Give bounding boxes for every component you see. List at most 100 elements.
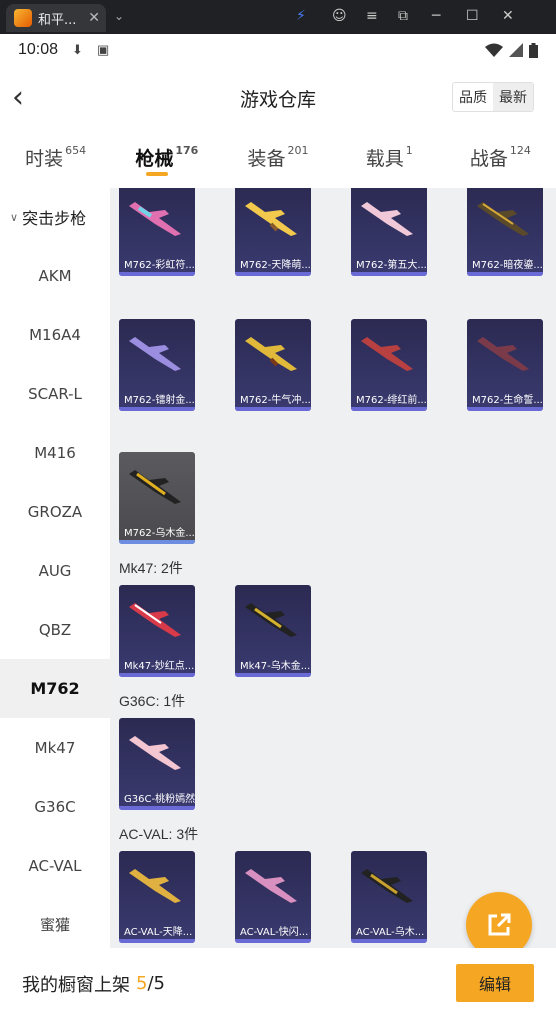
skin-card[interactable]: M762-牛气冲... (235, 319, 311, 411)
rifle-icon (361, 337, 413, 371)
skin-card[interactable]: AC-VAL-乌木... (351, 851, 427, 943)
skin-card[interactable]: M762-镭射金... (119, 319, 195, 411)
sidebar-item-akm[interactable]: AKM (0, 246, 110, 305)
skin-card[interactable]: G36C-桃粉嫣然 (119, 718, 195, 810)
skin-name: AC-VAL-快闪... (240, 927, 309, 938)
rifle-icon (129, 869, 181, 903)
download-icon: ⬇ (72, 42, 83, 57)
category-tabs: 时装 654 枪械 176 装备 201 载具 1 战备 124 (0, 130, 556, 188)
sidebar-item-m762[interactable]: M762 (0, 659, 110, 718)
external-link-icon (488, 913, 511, 936)
skin-name: Mk47-妙红点... (124, 661, 195, 672)
skin-card[interactable]: M762-生命誓... (467, 319, 543, 411)
section-header-ac-val: AC-VAL: 3件 (119, 826, 199, 842)
skin-name: M762-彩虹符... (124, 260, 195, 271)
skin-card[interactable]: M762-乌木金... (119, 452, 195, 544)
skin-name: M762-生命誓... (472, 395, 543, 406)
sidebar-item-mk47[interactable]: Mk47 (0, 718, 110, 777)
battery-icon (529, 42, 538, 58)
sidebar-item-groza[interactable]: GROZA (0, 482, 110, 541)
sidebar-item-aug[interactable]: AUG (0, 541, 110, 600)
tab-dropdown-icon[interactable]: ⌄ (114, 9, 124, 23)
window-titlebar: 和平... ✕ ⌄ ⚡ ☺ ≡ ⧉ ─ ☐ ✕ (0, 0, 556, 34)
chevron-down-icon: ∨ (10, 210, 19, 224)
screenshot-icon[interactable]: ⧉ (398, 8, 408, 24)
showcase-count: 5/5 (136, 973, 165, 994)
sidebar-item-g36c[interactable]: G36C (0, 777, 110, 836)
phone-screen: 10:08 ⬇ ▣ ‹ 游戏仓库 品质 最新 时装 654 枪械 176 装备 201… (0, 34, 556, 1019)
skin-grid: M762-彩虹符... M762-天降萌... M762-第五大... M762… (110, 188, 556, 948)
rifle-icon (477, 202, 529, 236)
tab-fashion[interactable]: 时装 654 (0, 144, 111, 171)
sidebar-item-qbz[interactable]: QBZ (0, 600, 110, 659)
rarity-bar (235, 407, 311, 411)
tab-count: 176 (175, 144, 199, 157)
sort-quality-button[interactable]: 品质 (453, 83, 493, 111)
close-window-icon[interactable]: ✕ (502, 8, 514, 24)
skin-card[interactable]: Mk47-妙红点... (119, 585, 195, 677)
close-tab-icon[interactable]: ✕ (88, 10, 100, 26)
rarity-bar (351, 407, 427, 411)
clock: 10:08 (18, 41, 59, 58)
tab-count: 201 (287, 144, 309, 157)
sort-newest-button[interactable]: 最新 (493, 83, 533, 111)
rarity-bar (467, 407, 543, 411)
rarity-bar (119, 673, 195, 677)
skin-name: M762-牛气冲... (240, 395, 311, 406)
skin-card[interactable]: M762-天降萌... (235, 188, 311, 276)
tab-vehicles[interactable]: 载具 1 (334, 144, 445, 171)
rarity-bar (119, 272, 195, 276)
tab-label: 时装 (25, 148, 64, 170)
page-title: 游戏仓库 (239, 88, 316, 111)
skin-name: AC-VAL-天降... (124, 927, 193, 938)
bolt-icon[interactable]: ⚡ (296, 8, 306, 24)
rarity-bar (119, 806, 195, 810)
sidebar-item-ac-val[interactable]: AC-VAL (0, 836, 110, 895)
skin-name: Mk47-乌木金... (240, 661, 311, 672)
account-icon[interactable]: ☺ (332, 8, 347, 24)
sidebar-item-m16a4[interactable]: M16A4 (0, 305, 110, 364)
skin-card[interactable]: M762-绯红前... (351, 319, 427, 411)
skin-name: M762-乌木金... (124, 528, 195, 539)
rifle-icon (129, 202, 181, 236)
rifle-icon (129, 603, 181, 637)
tab-count: 654 (65, 144, 87, 157)
skin-name: M762-暗夜鎏... (472, 260, 543, 271)
skin-name: M762-绯红前... (356, 395, 427, 406)
rarity-bar (119, 407, 195, 411)
skin-card[interactable]: Mk47-乌木金... (235, 585, 311, 677)
skin-card[interactable]: M762-彩虹符... (119, 188, 195, 276)
skin-card[interactable]: M762-第五大... (351, 188, 427, 276)
tab-guns[interactable]: 枪械 176 (111, 144, 222, 176)
rifle-icon (129, 736, 181, 770)
menu-icon[interactable]: ≡ (366, 8, 378, 24)
tab-count: 1 (405, 144, 413, 157)
browser-tab[interactable]: 和平... ✕ (6, 4, 106, 32)
tab-supplies[interactable]: 战备 124 (445, 144, 556, 171)
skin-card[interactable]: AC-VAL-快闪... (235, 851, 311, 943)
tab-label: 装备 (247, 148, 286, 170)
skin-name: G36C-桃粉嫣然 (124, 794, 195, 805)
tab-count: 124 (509, 144, 531, 157)
rifle-icon (245, 202, 297, 236)
weapon-sidebar: ∨ 突击步枪 AKM M16A4 SCAR-L M416 GROZA AUG QB… (0, 188, 110, 948)
skin-card[interactable]: M762-暗夜鎏... (467, 188, 543, 276)
rifle-icon (129, 337, 181, 371)
skin-name: AC-VAL-乌木... (356, 927, 425, 938)
status-bar: 10:08 ⬇ ▣ (0, 34, 556, 66)
tab-label: 枪械 (135, 148, 174, 170)
tab-equipment[interactable]: 装备 201 (222, 144, 333, 171)
maximize-icon[interactable]: ☐ (466, 8, 479, 24)
sidebar-group-assault-rifles[interactable]: ∨ 突击步枪 (0, 188, 110, 246)
rarity-bar (235, 673, 311, 677)
back-icon[interactable]: ‹ (12, 80, 24, 115)
rifle-icon (361, 869, 413, 903)
skin-name: M762-天降萌... (240, 260, 311, 271)
edit-button[interactable]: 编辑 (456, 964, 534, 1002)
rarity-bar (235, 272, 311, 276)
sidebar-item-scar-l[interactable]: SCAR-L (0, 364, 110, 423)
minimize-icon[interactable]: ─ (432, 8, 440, 24)
skin-card[interactable]: AC-VAL-天降... (119, 851, 195, 943)
sidebar-item-honey-badger[interactable]: 蜜獾 (0, 895, 110, 954)
sidebar-item-m416[interactable]: M416 (0, 423, 110, 482)
